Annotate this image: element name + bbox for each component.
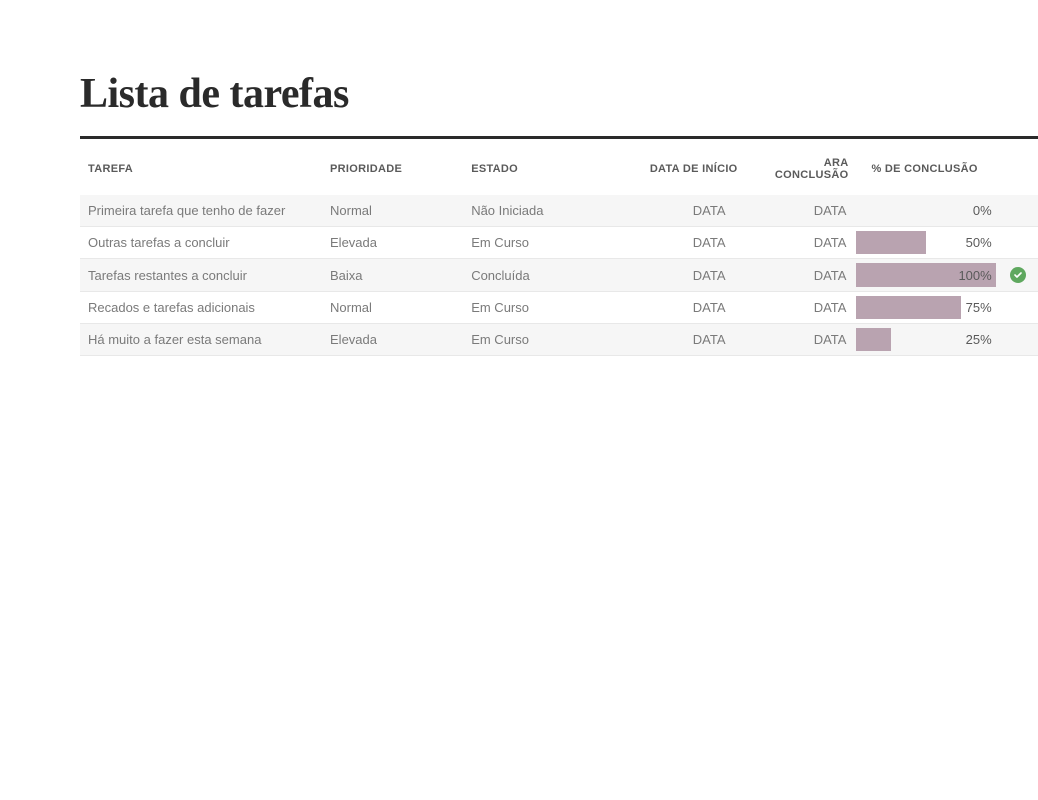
progress-bar-fill — [856, 231, 926, 254]
cell-priority: Normal — [322, 292, 463, 324]
pct-label: 100% — [958, 268, 991, 283]
cell-status: Em Curso — [463, 227, 604, 259]
cell-priority: Normal — [322, 195, 463, 227]
col-header-end: ARA CONCLUSÃO — [746, 139, 857, 195]
cell-status: Em Curso — [463, 292, 604, 324]
cell-end-date: DATA — [746, 324, 857, 356]
col-header-pct: % DE CONCLUSÃO — [856, 139, 1007, 195]
cell-task: Recados e tarefas adicionais — [80, 292, 322, 324]
page-title: Lista de tarefas — [80, 70, 1038, 139]
cell-priority: Baixa — [322, 259, 463, 292]
col-header-check — [1008, 139, 1038, 195]
col-header-task: TAREFA — [80, 139, 322, 195]
cell-task: Outras tarefas a concluir — [80, 227, 322, 259]
cell-end-date: DATA — [746, 227, 857, 259]
checkmark-icon — [1010, 267, 1026, 283]
cell-start-date: DATA — [604, 292, 745, 324]
cell-done — [1008, 259, 1038, 292]
cell-task: Há muito a fazer esta semana — [80, 324, 322, 356]
progress-bar-fill — [856, 296, 961, 319]
cell-priority: Elevada — [322, 227, 463, 259]
pct-label: 50% — [966, 235, 992, 250]
cell-status: Concluída — [463, 259, 604, 292]
progress-bar-fill — [856, 328, 891, 351]
cell-pct: 75% — [856, 292, 1007, 324]
cell-pct: 0% — [856, 195, 1007, 227]
cell-start-date: DATA — [604, 195, 745, 227]
table-row: Há muito a fazer esta semanaElevadaEm Cu… — [80, 324, 1038, 356]
table-row: Primeira tarefa que tenho de fazerNormal… — [80, 195, 1038, 227]
table-header-row: TAREFA PRIORIDADE ESTADO DATA DE INÍCIO … — [80, 139, 1038, 195]
pct-label: 0% — [973, 203, 992, 218]
cell-start-date: DATA — [604, 324, 745, 356]
cell-done — [1008, 292, 1038, 324]
cell-task: Tarefas restantes a concluir — [80, 259, 322, 292]
col-header-start: DATA DE INÍCIO — [604, 139, 745, 195]
pct-label: 75% — [966, 300, 992, 315]
cell-priority: Elevada — [322, 324, 463, 356]
cell-pct: 50% — [856, 227, 1007, 259]
cell-task: Primeira tarefa que tenho de fazer — [80, 195, 322, 227]
table-row: Tarefas restantes a concluirBaixaConcluí… — [80, 259, 1038, 292]
cell-start-date: DATA — [604, 227, 745, 259]
table-row: Outras tarefas a concluirElevadaEm Curso… — [80, 227, 1038, 259]
cell-done — [1008, 195, 1038, 227]
col-header-priority: PRIORIDADE — [322, 139, 463, 195]
task-table: TAREFA PRIORIDADE ESTADO DATA DE INÍCIO … — [80, 139, 1038, 356]
table-row: Recados e tarefas adicionaisNormalEm Cur… — [80, 292, 1038, 324]
col-header-status: ESTADO — [463, 139, 604, 195]
cell-end-date: DATA — [746, 292, 857, 324]
cell-done — [1008, 227, 1038, 259]
cell-end-date: DATA — [746, 195, 857, 227]
cell-start-date: DATA — [604, 259, 745, 292]
pct-label: 25% — [966, 332, 992, 347]
cell-done — [1008, 324, 1038, 356]
cell-status: Em Curso — [463, 324, 604, 356]
cell-pct: 100% — [856, 259, 1007, 292]
cell-end-date: DATA — [746, 259, 857, 292]
cell-status: Não Iniciada — [463, 195, 604, 227]
cell-pct: 25% — [856, 324, 1007, 356]
